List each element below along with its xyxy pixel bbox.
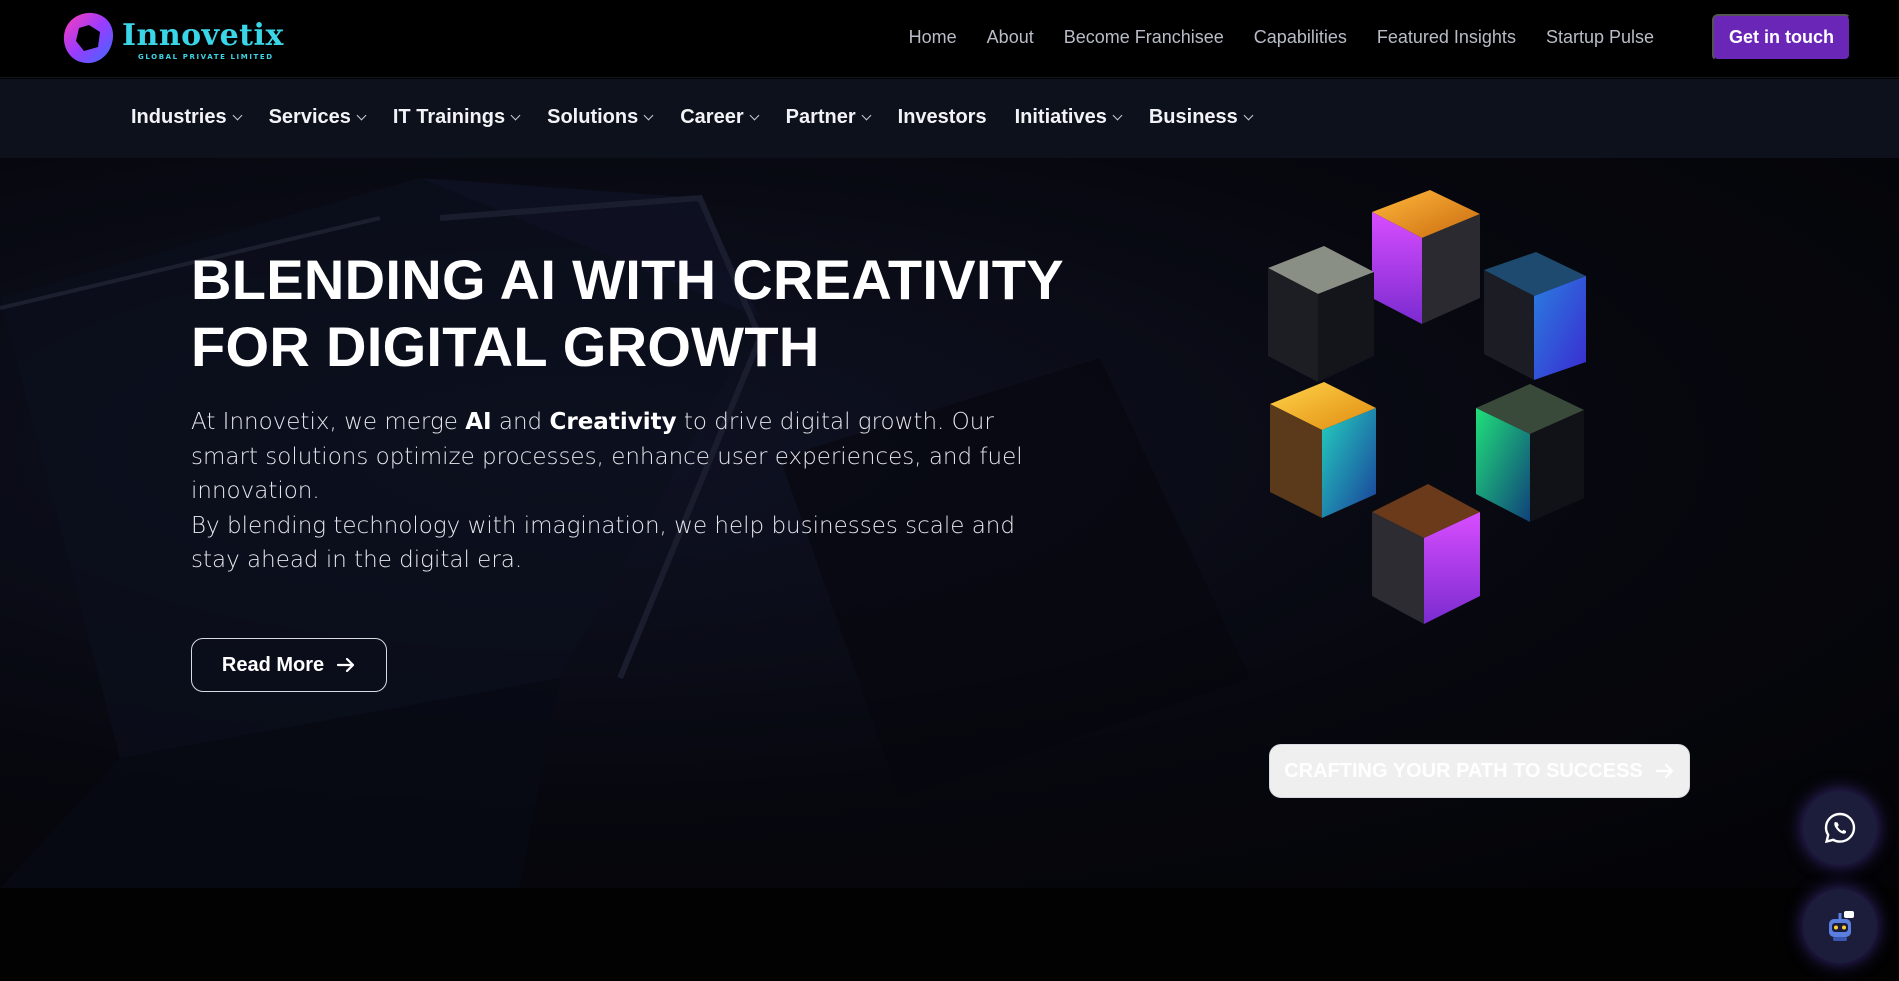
top-header: Innovetix GLOBAL PRIVATE LIMITED Home Ab…: [0, 0, 1899, 78]
menu-label: IT Trainings: [392, 106, 506, 128]
chevron-down-icon: [356, 110, 367, 120]
chatbot-button[interactable]: [1803, 889, 1877, 963]
brand-tagline: GLOBAL PRIVATE LIMITED: [138, 53, 274, 61]
primary-nav: Home About Become Franchisee Capabilitie…: [909, 27, 1654, 48]
menu-industries[interactable]: Industries: [131, 106, 243, 129]
menu-solutions[interactable]: Solutions: [547, 106, 654, 129]
whatsapp-icon: [1824, 812, 1856, 844]
arrow-right-icon: [337, 657, 355, 673]
nav-link-become-franchisee[interactable]: Become Franchisee: [1064, 27, 1224, 48]
cube-ring-illustration: [1268, 190, 1586, 624]
menu-label: Partner: [785, 106, 856, 128]
menu-services[interactable]: Services: [268, 106, 367, 129]
chevron-down-icon: [510, 110, 521, 120]
menu-label: Investors: [897, 106, 987, 128]
menu-it-trainings[interactable]: IT Trainings: [392, 106, 521, 129]
whatsapp-button[interactable]: [1803, 791, 1877, 865]
hero-paragraph-2: By blending technology with imagination,…: [191, 512, 1015, 574]
text-fragment: At Innovetix, we merge: [191, 409, 466, 435]
hero-section: BLENDING AI WITH CREATIVITY FOR DIGITAL …: [0, 158, 1899, 888]
highlight-creativity: Creativity: [549, 409, 677, 435]
read-more-label: Read More: [221, 653, 325, 676]
menu-career[interactable]: Career: [680, 106, 760, 129]
hero-title-line-2: FOR DIGITAL GROWTH: [191, 315, 820, 378]
menu-partner[interactable]: Partner: [785, 106, 872, 129]
hero-paragraph-1: At Innovetix, we merge AI and Creativity…: [191, 405, 1031, 509]
menu-investors[interactable]: Investors: [898, 106, 987, 129]
nav-link-featured-insights[interactable]: Featured Insights: [1377, 27, 1516, 48]
chevron-down-icon: [1243, 110, 1254, 120]
chevron-down-icon: [1112, 110, 1123, 120]
hero-title-line-1: BLENDING AI WITH CREATIVITY: [191, 248, 1064, 311]
nav-link-about[interactable]: About: [987, 27, 1034, 48]
text-fragment: and: [491, 409, 550, 435]
highlight-ai: AI: [465, 409, 492, 435]
chevron-down-icon: [749, 110, 760, 120]
hero-title: BLENDING AI WITH CREATIVITY FOR DIGITAL …: [191, 246, 1064, 380]
menu-label: Solutions: [547, 106, 639, 128]
menu-business[interactable]: Business: [1148, 106, 1254, 129]
menu-label: Business: [1148, 106, 1238, 128]
secondary-nav: Industries Services IT Trainings Solutio…: [0, 79, 1899, 158]
menu-label: Services: [268, 106, 351, 128]
arrow-right-icon: [1655, 763, 1673, 779]
logo-ring-icon: [63, 12, 114, 64]
brand-name: Innovetix: [122, 18, 284, 53]
read-more-button[interactable]: Read More: [191, 638, 387, 692]
chevron-down-icon: [232, 110, 243, 120]
hero-description: At Innovetix, we merge AI and Creativity…: [191, 405, 1031, 578]
chevron-down-icon: [643, 110, 654, 120]
menu-initiatives[interactable]: Initiatives: [1014, 106, 1123, 129]
get-in-touch-button[interactable]: Get in touch: [1712, 14, 1851, 61]
nav-link-home[interactable]: Home: [909, 27, 957, 48]
nav-link-capabilities[interactable]: Capabilities: [1254, 27, 1347, 48]
menu-label: Industries: [131, 106, 227, 128]
brand-logo[interactable]: Innovetix GLOBAL PRIVATE LIMITED: [60, 8, 290, 68]
crafting-path-label: CRAFTING YOUR PATH TO SUCCESS: [1284, 759, 1643, 782]
nav-link-startup-pulse[interactable]: Startup Pulse: [1546, 27, 1654, 48]
menu-label: Career: [680, 106, 744, 128]
menu-label: Initiatives: [1014, 106, 1107, 128]
chatbot-icon: [1829, 911, 1854, 941]
crafting-path-button[interactable]: CRAFTING YOUR PATH TO SUCCESS: [1269, 744, 1690, 798]
chevron-down-icon: [861, 110, 872, 120]
